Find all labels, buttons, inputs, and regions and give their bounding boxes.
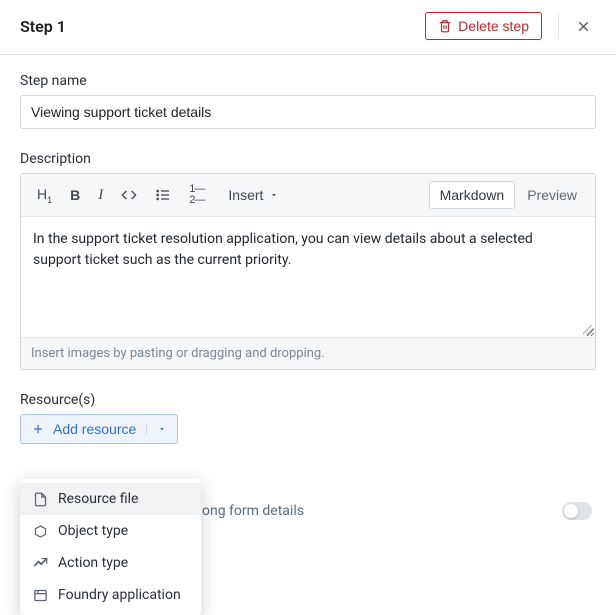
long-form-details-toggle[interactable] xyxy=(562,502,592,520)
numbered-list-button[interactable]: 1—2— xyxy=(181,178,212,212)
markdown-mode-button[interactable]: Markdown xyxy=(429,181,516,209)
trash-icon xyxy=(438,19,452,33)
insert-label: Insert xyxy=(228,187,263,203)
heading-icon: H1 xyxy=(37,186,52,205)
menu-item-label: Resource file xyxy=(58,491,138,507)
close-icon xyxy=(575,18,592,35)
delete-step-label: Delete step xyxy=(458,18,529,34)
file-icon xyxy=(32,491,48,507)
resources-label: Resource(s) xyxy=(20,392,596,408)
menu-item-foundry-application[interactable]: Foundry application xyxy=(20,579,201,611)
bullet-list-icon xyxy=(155,187,171,203)
cube-icon xyxy=(32,523,48,539)
chevron-down-icon xyxy=(269,190,279,200)
step-name-input[interactable] xyxy=(20,95,596,129)
description-label: Description xyxy=(20,151,596,167)
editor-hint: Insert images by pasting or dragging and… xyxy=(21,337,595,369)
code-button[interactable] xyxy=(113,181,145,209)
chevron-down-icon xyxy=(146,424,167,434)
menu-item-object-type[interactable]: Object type xyxy=(20,515,201,547)
bold-icon: B xyxy=(70,187,80,203)
action-icon xyxy=(32,555,48,571)
code-icon xyxy=(121,187,137,203)
menu-item-label: Foundry application xyxy=(58,587,181,603)
menu-item-label: Object type xyxy=(58,523,128,539)
insert-dropdown[interactable]: Insert xyxy=(220,181,287,209)
description-textarea[interactable]: In the support ticket resolution applica… xyxy=(21,217,595,337)
heading-button[interactable]: H1 xyxy=(29,180,60,211)
description-editor: H1 B I 1—2— xyxy=(20,173,596,370)
menu-item-action-type[interactable]: Action type xyxy=(20,547,201,579)
plus-icon xyxy=(31,422,45,436)
close-button[interactable] xyxy=(571,14,596,39)
numbered-list-icon: 1—2— xyxy=(189,184,204,206)
preview-mode-button[interactable]: Preview xyxy=(517,182,587,208)
delete-step-button[interactable]: Delete step xyxy=(425,12,542,40)
menu-item-resource-file[interactable]: Resource file xyxy=(20,483,201,515)
add-resource-menu: Resource file Object type Action type Fo… xyxy=(20,479,201,615)
menu-item-label: Action type xyxy=(58,555,128,571)
application-icon xyxy=(32,587,48,603)
add-resource-button[interactable]: Add resource xyxy=(20,414,178,444)
add-resource-label: Add resource xyxy=(53,421,136,437)
bullet-list-button[interactable] xyxy=(147,181,179,209)
editor-toolbar: H1 B I 1—2— xyxy=(21,174,595,217)
page-title: Step 1 xyxy=(20,17,425,36)
italic-icon: I xyxy=(98,187,103,204)
divider xyxy=(558,13,559,39)
step-name-label: Step name xyxy=(20,73,596,89)
bold-button[interactable]: B xyxy=(62,181,88,209)
italic-button[interactable]: I xyxy=(90,181,111,210)
